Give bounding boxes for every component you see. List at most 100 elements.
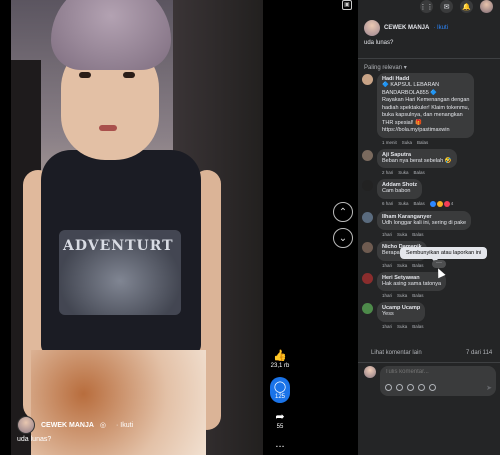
eye-left	[79, 72, 91, 78]
reply-button[interactable]: Balas	[412, 232, 423, 237]
sort-dropdown[interactable]: Paling relevan ▾	[364, 64, 407, 71]
comment-body: Aji Saputra Beban nya berat sebelah 🤣 2 …	[377, 148, 496, 175]
comment-text: Beban nya berat sebelah 🤣	[382, 157, 452, 164]
comment-time[interactable]: 1hari	[382, 293, 392, 298]
share-icon: ➦	[275, 411, 285, 423]
reel-actions: 👍 23,1 rb ◯ 125 ➦ 55 ...	[270, 350, 290, 455]
comment-text: Hak asing sama tatonya	[382, 280, 442, 287]
comment-time[interactable]: 1 menit	[382, 140, 397, 145]
comment-count: 125	[274, 393, 285, 400]
previous-video-button[interactable]: ⌃	[333, 202, 353, 222]
avatar[interactable]	[362, 211, 373, 223]
like-comment-button[interactable]: Suka	[402, 140, 412, 145]
comment-bubble: Aji Saputra Beban nya berat sebelah 🤣	[377, 148, 457, 168]
comment-meta: 1hari Suka Balas	[382, 293, 496, 298]
like-comment-button[interactable]: Suka	[397, 293, 407, 298]
like-comment-button[interactable]: Suka	[397, 324, 407, 329]
reply-button[interactable]: Balas	[417, 140, 428, 145]
like-comment-button[interactable]: Suka	[397, 232, 407, 237]
reply-button[interactable]: Balas	[412, 324, 423, 329]
verified-icon: ◎	[99, 422, 106, 429]
video-stage: ADVENTURT CEWEK MANJA ◎ · Ikuti uda luna…	[0, 0, 358, 455]
comment-text: Yess	[382, 311, 394, 317]
emoji-icon[interactable]	[396, 384, 403, 391]
comment-time[interactable]: 1hari	[382, 232, 392, 237]
avatar[interactable]	[362, 149, 373, 161]
composer-box[interactable]: ➤	[380, 366, 496, 396]
comment-item: Ucamp Ucamp Yess 1hari Suka Balas	[362, 302, 496, 329]
chevron-down-icon: ⌄	[338, 232, 348, 244]
avatar[interactable]	[362, 74, 373, 85]
gif-icon[interactable]	[418, 384, 425, 391]
reply-button[interactable]: Balas	[414, 201, 425, 206]
messenger-icon: ✉	[443, 3, 450, 11]
comment-time[interactable]: 1hari	[382, 263, 392, 268]
comment-bubble: Ucamp Ucamp Yess	[377, 302, 426, 322]
comment-meta: 1 menit Suka Balas	[382, 140, 496, 145]
avatar[interactable]	[17, 416, 35, 434]
comment-input[interactable]	[385, 369, 485, 375]
sidebar-toggle-icon[interactable]: ▣	[342, 0, 352, 10]
comment-icon: ◯	[273, 380, 287, 393]
comment-time[interactable]: 1hari	[382, 324, 392, 329]
follow-link[interactable]: · Ikuti	[116, 422, 133, 429]
sticker-icon[interactable]	[429, 384, 436, 391]
haha-reaction-icon	[436, 200, 443, 207]
messenger-button[interactable]: ✉	[440, 0, 453, 13]
notifications-button[interactable]: 🔔	[460, 0, 473, 13]
send-icon[interactable]: ➤	[486, 384, 492, 392]
avatar	[364, 366, 376, 378]
like-count: 23,1 rb	[270, 363, 290, 369]
reply-button[interactable]: Balas	[412, 293, 423, 298]
post-caption: uda lunas?	[364, 40, 394, 46]
composer-tools	[385, 384, 436, 391]
avatar-sticker-icon[interactable]	[385, 384, 392, 391]
avatar[interactable]	[362, 303, 373, 314]
like-action[interactable]: 👍 23,1 rb	[271, 350, 290, 369]
share-action[interactable]: ➦ 55	[275, 411, 284, 430]
like-comment-button[interactable]: Suka	[398, 170, 408, 175]
next-video-button[interactable]: ⌄	[333, 228, 353, 248]
divider	[358, 362, 500, 363]
post-author[interactable]: CEWEK MANJA	[384, 25, 429, 31]
comment-body: Ilham Karanganyer Udh longgar kali ini, …	[377, 210, 496, 237]
comment-text: Cam babon	[382, 188, 411, 194]
comment-time[interactable]: 2 hari	[382, 170, 393, 175]
thumbs-up-icon: 👍	[273, 350, 287, 362]
comment-text: Udh longgar kali ini, sering di pake	[382, 219, 467, 226]
comment-action[interactable]: ◯ 125	[270, 377, 290, 403]
avatar[interactable]	[362, 272, 373, 284]
reply-button[interactable]: Balas	[414, 170, 425, 175]
camera-icon[interactable]	[407, 384, 414, 391]
love-reaction-icon	[443, 200, 450, 207]
top-bar: ▣ ⋮⋮ ✉ 🔔	[342, 0, 500, 14]
follow-link[interactable]: · Ikuti	[433, 25, 448, 31]
comment-item: Hadi Hadd 🔷 KAPSUL LEBARAN BANDARBOLA855…	[362, 73, 496, 145]
comment-bubble: Hadi Hadd 🔷 KAPSUL LEBARAN BANDARBOLA855…	[377, 73, 475, 138]
shirt-text: ADVENTURT	[63, 238, 174, 254]
owner-name[interactable]: CEWEK MANJA	[41, 422, 94, 429]
profile-avatar-button[interactable]	[480, 0, 493, 13]
more-action[interactable]: ...	[275, 438, 284, 450]
comment-time[interactable]: 6 hari	[382, 201, 393, 206]
reaction-summary[interactable]: 4	[429, 200, 454, 207]
like-comment-button[interactable]: Suka	[397, 263, 407, 268]
head-towel	[51, 0, 171, 70]
video-player[interactable]: ADVENTURT	[11, 0, 263, 455]
bell-icon: 🔔	[462, 3, 471, 11]
like-comment-button[interactable]: Suka	[398, 201, 408, 206]
avatar[interactable]	[362, 180, 373, 191]
avatar[interactable]	[364, 20, 380, 36]
see-more-comments-link[interactable]: Lihat komentar lain	[371, 350, 422, 356]
comment-item: Addam Shotz Cam babon 6 hari Suka Balas …	[362, 179, 496, 207]
reply-button[interactable]: Balas	[412, 263, 423, 268]
comment-meta: 1hari Suka Balas	[382, 324, 496, 329]
avatar[interactable]	[362, 242, 373, 253]
divider	[358, 58, 500, 59]
post-header: CEWEK MANJA · Ikuti	[364, 20, 448, 36]
more-icon: ...	[275, 438, 285, 450]
comment-count-indicator: 7 dari 114	[466, 350, 493, 356]
grid-menu-button[interactable]: ⋮⋮	[420, 0, 434, 13]
reaction-count: 4	[450, 201, 454, 206]
comment-meta: 6 hari Suka Balas 4	[382, 200, 496, 207]
